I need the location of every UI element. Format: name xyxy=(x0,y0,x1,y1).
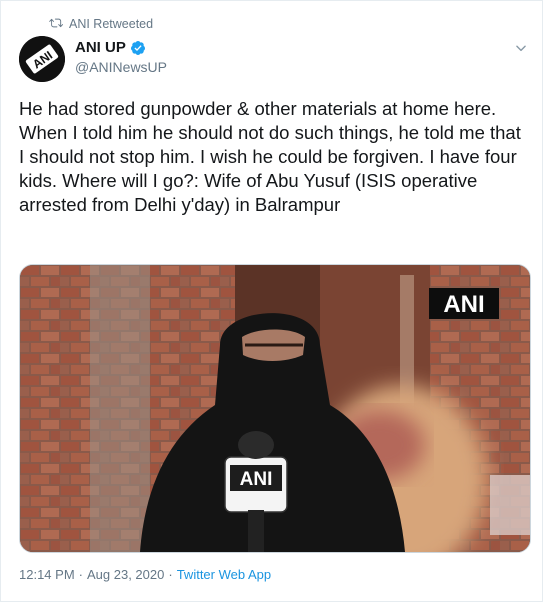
author-info[interactable]: ANI UP @ANINewsUP xyxy=(75,39,167,75)
tweet-date[interactable]: Aug 23, 2020 xyxy=(87,567,164,582)
tweet-media-image[interactable]: ANI ANI xyxy=(19,264,531,553)
ani-logo-icon: ANI xyxy=(19,36,65,82)
retweet-label[interactable]: ANI Retweeted xyxy=(69,17,153,31)
tweet-card[interactable]: ANI Retweeted ANI ANI UP @ANINewsUP He h… xyxy=(0,0,543,602)
author-handle[interactable]: @ANINewsUP xyxy=(75,59,167,75)
tweet-meta: 12:14 PM · Aug 23, 2020 · Twitter Web Ap… xyxy=(19,567,271,582)
verified-badge-icon xyxy=(130,40,146,56)
chevron-down-icon[interactable] xyxy=(514,41,528,55)
meta-separator: · xyxy=(78,567,83,582)
tweet-time[interactable]: 12:14 PM xyxy=(19,567,75,582)
video-still-illustration: ANI ANI xyxy=(20,265,530,552)
mic-logo-text: ANI xyxy=(240,469,273,490)
retweet-icon xyxy=(49,16,64,33)
author-display-name[interactable]: ANI UP xyxy=(75,39,126,56)
meta-separator: · xyxy=(168,567,173,582)
tweet-source-link[interactable]: Twitter Web App xyxy=(177,567,271,582)
tweet-text: He had stored gunpowder & other material… xyxy=(19,98,526,215)
ani-watermark: ANI xyxy=(443,291,484,318)
avatar[interactable]: ANI xyxy=(19,36,65,82)
retweet-indicator: ANI Retweeted xyxy=(49,16,153,32)
